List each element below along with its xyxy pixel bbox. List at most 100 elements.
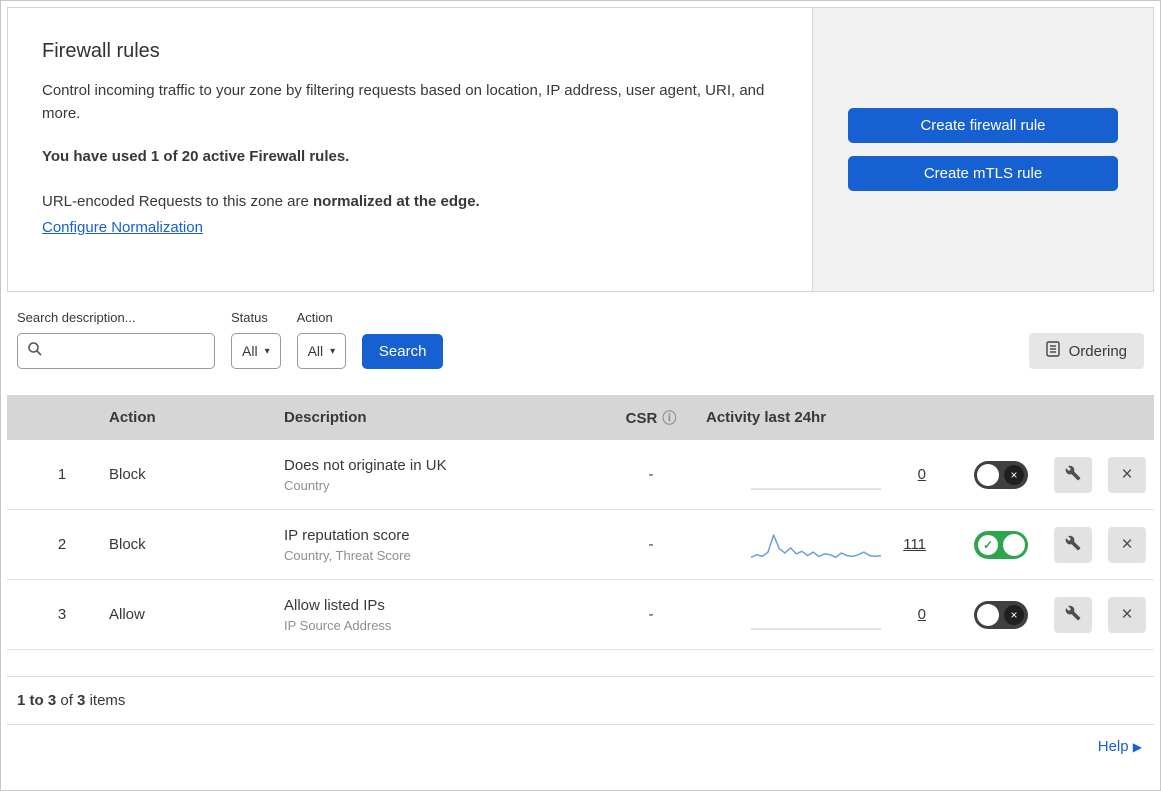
page-description: Control incoming traffic to your zone by… bbox=[42, 82, 765, 123]
rule-fields: Country, Threat Score bbox=[284, 547, 411, 563]
wrench-icon bbox=[1065, 535, 1081, 554]
activity-count-link[interactable]: 0 bbox=[918, 466, 926, 483]
toggle-knob bbox=[977, 603, 999, 626]
header-activity: Activity last 24hr bbox=[706, 409, 827, 426]
rule-priority: 2 bbox=[57, 536, 67, 553]
search-box[interactable] bbox=[17, 333, 215, 369]
delete-rule-button[interactable]: × bbox=[1108, 456, 1146, 493]
toggle-knob bbox=[977, 463, 999, 486]
rule-description-cell: Does not originate in UK Country bbox=[277, 457, 596, 493]
toggle-state-icon: × bbox=[1004, 464, 1024, 485]
header-csr: CSR ⓘ bbox=[596, 408, 706, 428]
search-filter-group: Search description... bbox=[17, 310, 215, 369]
search-label: Search description... bbox=[17, 310, 136, 325]
firewall-overview-section: Firewall rules Control incoming traffic … bbox=[7, 7, 1154, 292]
search-icon bbox=[27, 341, 43, 362]
info-icon[interactable]: ⓘ bbox=[662, 410, 676, 426]
rule-csr-value: - bbox=[648, 466, 654, 483]
create-mtls-rule-button[interactable]: Create mTLS rule bbox=[848, 156, 1118, 191]
action-selected-value: All bbox=[307, 343, 324, 359]
help-arrow-icon: ▶ bbox=[1132, 740, 1142, 754]
rule-activity-cell: 0 bbox=[706, 458, 956, 492]
rule-description: Allow listed IPs bbox=[284, 596, 385, 614]
pagination-items: items bbox=[89, 692, 126, 709]
rule-fields: IP Source Address bbox=[284, 617, 392, 633]
table-header-row: Action Description CSR ⓘ Activity last 24… bbox=[7, 395, 1154, 440]
header-action: Action bbox=[109, 409, 156, 426]
toggle-state-icon: × bbox=[1004, 604, 1024, 625]
toggle-state-icon: ✓ bbox=[978, 534, 998, 555]
edit-rule-button[interactable] bbox=[1054, 596, 1092, 633]
rule-action: Allow bbox=[109, 606, 145, 623]
close-icon: × bbox=[1121, 604, 1133, 625]
status-filter-group: Status All ▾ bbox=[231, 310, 281, 369]
create-firewall-rule-button[interactable]: Create firewall rule bbox=[848, 108, 1118, 143]
activity-count-link[interactable]: 0 bbox=[918, 606, 926, 623]
rule-csr-value: - bbox=[648, 536, 654, 553]
rule-description: IP reputation score bbox=[284, 526, 410, 544]
csr-label: CSR bbox=[625, 409, 658, 427]
configure-normalization-link[interactable]: Configure Normalization bbox=[42, 219, 203, 236]
search-button[interactable]: Search bbox=[362, 334, 444, 369]
table-row: 1 Block Does not originate in UK Country… bbox=[7, 440, 1154, 510]
help-label: Help bbox=[1097, 738, 1129, 755]
page-title: Firewall rules bbox=[42, 40, 160, 62]
table-row: 3 Allow Allow listed IPs IP Source Addre… bbox=[7, 580, 1154, 650]
rule-priority: 1 bbox=[57, 466, 67, 483]
help-bar: Help ▶ bbox=[1, 725, 1160, 756]
status-selected-value: All bbox=[242, 343, 258, 359]
close-icon: × bbox=[1121, 464, 1133, 485]
chevron-down-icon: ▾ bbox=[330, 345, 336, 357]
rule-action: Block bbox=[109, 466, 146, 483]
close-icon: × bbox=[1121, 534, 1133, 555]
rule-description: Does not originate in UK bbox=[284, 456, 447, 474]
filter-bar: Search description... Status All ▾ Actio… bbox=[1, 292, 1160, 395]
actions-panel: Create firewall rule Create mTLS rule bbox=[812, 8, 1153, 291]
intro-card: Firewall rules Control incoming traffic … bbox=[8, 8, 812, 291]
action-filter-group: Action All ▾ bbox=[296, 310, 347, 369]
firewall-rules-page: Firewall rules Control incoming traffic … bbox=[0, 0, 1161, 791]
usage-summary: You have used 1 of 20 active Firewall ru… bbox=[42, 147, 350, 165]
header-description: Description bbox=[284, 409, 367, 426]
rule-enabled-toggle[interactable]: ✓ bbox=[974, 530, 1028, 559]
normalization-note: URL-encoded Requests to this zone are no… bbox=[42, 193, 778, 210]
rule-description-cell: Allow listed IPs IP Source Address bbox=[277, 597, 596, 633]
rule-activity-cell: 111 bbox=[706, 528, 956, 562]
edit-rule-button[interactable] bbox=[1054, 456, 1092, 493]
rule-fields: Country bbox=[284, 477, 330, 493]
activity-count-link[interactable]: 111 bbox=[903, 536, 926, 553]
normalization-bold-text: normalized at the edge. bbox=[313, 192, 480, 210]
activity-sparkline bbox=[750, 528, 882, 562]
rule-priority: 3 bbox=[57, 606, 67, 623]
status-select[interactable]: All ▾ bbox=[231, 333, 281, 369]
wrench-icon bbox=[1065, 465, 1081, 484]
rules-table: Action Description CSR ⓘ Activity last 24… bbox=[7, 395, 1154, 650]
pagination-range: 1 to 3 bbox=[17, 692, 57, 709]
delete-rule-button[interactable]: × bbox=[1108, 526, 1146, 563]
help-link[interactable]: Help ▶ bbox=[1098, 738, 1142, 755]
pagination-info: 1 to 3 of 3 items bbox=[7, 676, 1154, 725]
rule-csr-value: - bbox=[648, 606, 654, 623]
ordering-icon bbox=[1045, 341, 1060, 361]
toggle-knob bbox=[1003, 533, 1025, 556]
action-label: Action bbox=[296, 310, 333, 325]
status-label: Status bbox=[231, 310, 268, 325]
normalization-text: URL-encoded Requests to this zone are bbox=[42, 192, 313, 210]
delete-rule-button[interactable]: × bbox=[1108, 596, 1146, 633]
rule-enabled-toggle[interactable]: × bbox=[974, 600, 1028, 629]
edit-rule-button[interactable] bbox=[1054, 526, 1092, 563]
rule-activity-cell: 0 bbox=[706, 598, 956, 632]
pagination-total: 3 bbox=[77, 692, 86, 709]
activity-sparkline bbox=[751, 598, 881, 632]
pagination-of: of bbox=[60, 692, 73, 709]
rule-action: Block bbox=[109, 536, 146, 553]
chevron-down-icon: ▾ bbox=[264, 345, 270, 357]
wrench-icon bbox=[1065, 605, 1081, 624]
rule-enabled-toggle[interactable]: × bbox=[974, 460, 1028, 489]
ordering-label: Ordering bbox=[1068, 342, 1127, 360]
activity-sparkline bbox=[751, 458, 881, 492]
ordering-button[interactable]: Ordering bbox=[1028, 333, 1144, 369]
search-input[interactable] bbox=[49, 342, 205, 360]
action-select[interactable]: All ▾ bbox=[296, 333, 347, 369]
rule-description-cell: IP reputation score Country, Threat Scor… bbox=[277, 527, 596, 563]
